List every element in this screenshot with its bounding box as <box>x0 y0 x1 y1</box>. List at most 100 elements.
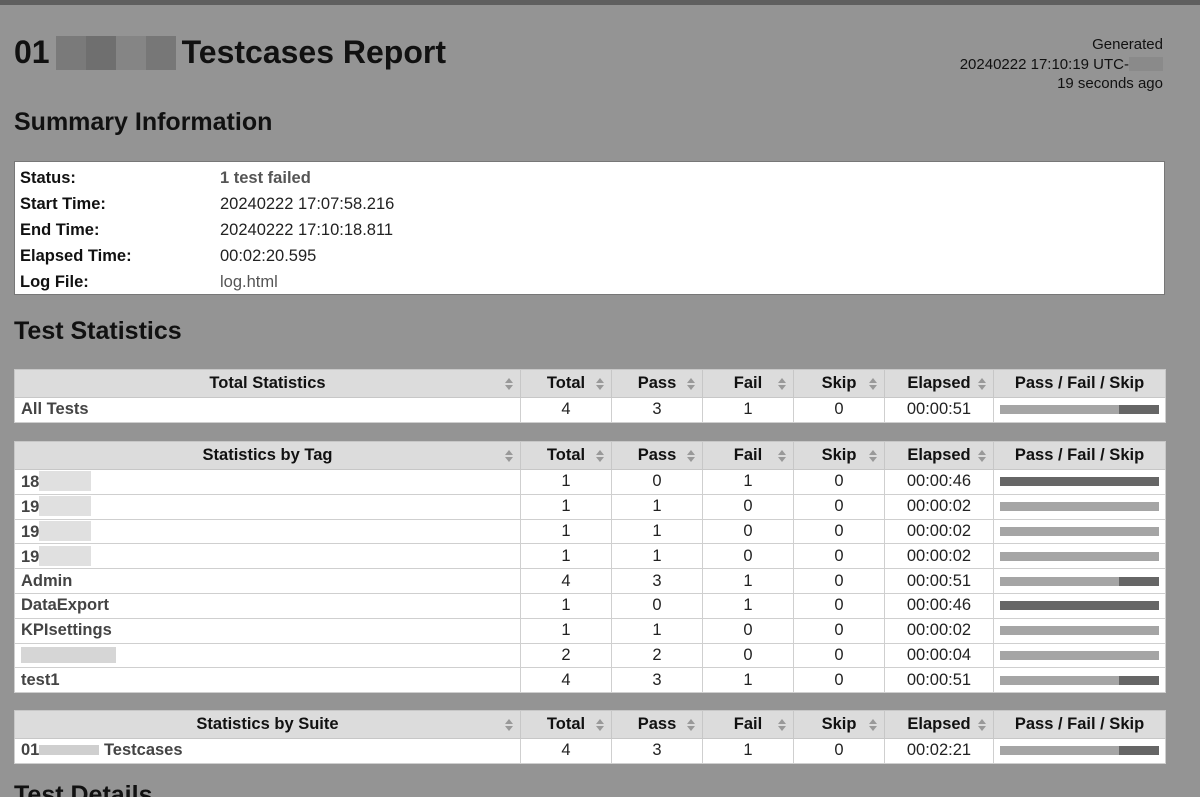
cell-fail: 1 <box>702 592 794 619</box>
row-name[interactable]: KPIsettings <box>14 617 521 644</box>
sort-icon <box>687 378 696 390</box>
redacted-block <box>1129 56 1163 71</box>
header-pass[interactable]: Pass <box>611 710 703 739</box>
pass-fail-bar <box>1000 626 1159 636</box>
sort-icon <box>778 450 787 462</box>
pass-fail-bar <box>1000 526 1159 536</box>
pass-segment <box>1000 502 1159 512</box>
row-name[interactable]: 19 <box>14 518 521 545</box>
cell-pass: 0 <box>611 469 703 495</box>
table-row[interactable]: 19 1 1 0 0 00:00:02 <box>14 518 1166 545</box>
row-name[interactable]: Admin <box>14 568 521 594</box>
summary-row-status: Status: 1 test failed <box>20 165 1159 191</box>
header-fail[interactable]: Fail <box>702 369 794 398</box>
cell-elapsed: 00:00:02 <box>884 518 994 545</box>
cell-total: 4 <box>520 397 612 423</box>
row-name[interactable]: All Tests <box>14 397 521 423</box>
title-prefix: 01 <box>14 34 50 70</box>
cell-pass: 1 <box>611 493 703 520</box>
header-elapsed[interactable]: Elapsed <box>884 369 994 398</box>
cell-fail: 0 <box>702 518 794 545</box>
header-total-statistics[interactable]: Total Statistics <box>14 369 521 398</box>
cell-fail: 1 <box>702 469 794 495</box>
cell-skip: 0 <box>793 738 885 764</box>
table-row[interactable]: 19 1 1 0 0 00:00:02 <box>14 543 1166 570</box>
cell-pass: 0 <box>611 592 703 619</box>
sort-icon <box>687 450 696 462</box>
table-row[interactable]: Admin 4 3 1 0 00:00:51 <box>14 568 1166 594</box>
redacted-block <box>21 646 116 663</box>
redacted-block <box>39 471 92 492</box>
header-total[interactable]: Total <box>520 369 612 398</box>
header-elapsed[interactable]: Elapsed <box>884 710 994 739</box>
header-pass[interactable]: Pass <box>611 441 703 470</box>
generated-time-line: 20240222 17:10:19 UTC- <box>960 55 1163 75</box>
row-name[interactable]: DataExport <box>14 592 521 619</box>
cell-skip: 0 <box>793 397 885 423</box>
header-pass[interactable]: Pass <box>611 369 703 398</box>
cell-pass: 3 <box>611 738 703 764</box>
row-name[interactable]: 18 <box>14 469 521 495</box>
header-statistics-by-tag[interactable]: Statistics by Tag <box>14 441 521 470</box>
pass-fail-bar <box>1000 405 1159 415</box>
pass-fail-bar <box>1000 576 1159 586</box>
cell-bar <box>993 642 1166 669</box>
header-total[interactable]: Total <box>520 710 612 739</box>
table-row[interactable]: All Tests 4 3 1 0 00:00:51 <box>14 397 1166 423</box>
cell-skip: 0 <box>793 568 885 594</box>
cell-pass: 3 <box>611 568 703 594</box>
row-name[interactable]: 19 <box>14 543 521 570</box>
cell-bar <box>993 397 1166 423</box>
cell-total: 4 <box>520 667 612 694</box>
cell-fail: 1 <box>702 568 794 594</box>
sort-icon <box>505 378 514 390</box>
generated-label: Generated <box>1092 36 1163 53</box>
cell-total: 1 <box>520 469 612 495</box>
redacted-block <box>55 35 176 70</box>
cell-fail: 0 <box>702 617 794 644</box>
table-row[interactable]: KPIsettings 1 1 0 0 00:00:02 <box>14 617 1166 644</box>
table-row[interactable]: test1 4 3 1 0 00:00:51 <box>14 667 1166 694</box>
sort-icon <box>778 378 787 390</box>
suite-statistics-table: Statistics by Suite Total Pass Fail Skip… <box>14 710 1166 764</box>
table-row[interactable]: 01 Testcases 4 3 1 0 00:02:21 <box>14 738 1166 764</box>
pass-segment <box>1000 576 1120 586</box>
header-fail[interactable]: Fail <box>702 710 794 739</box>
redacted-block <box>39 745 100 756</box>
row-name[interactable]: 01 Testcases <box>14 738 521 764</box>
cell-elapsed: 00:00:51 <box>884 667 994 694</box>
header-skip[interactable]: Skip <box>793 369 885 398</box>
header-skip[interactable]: Skip <box>793 441 885 470</box>
row-name[interactable]: 19 <box>14 493 521 520</box>
table-row[interactable]: 18 1 0 1 0 00:00:46 <box>14 469 1166 495</box>
cell-elapsed: 00:00:02 <box>884 493 994 520</box>
table-row[interactable]: DataExport 1 0 1 0 00:00:46 <box>14 592 1166 619</box>
cell-skip: 0 <box>793 543 885 570</box>
cell-skip: 0 <box>793 592 885 619</box>
sort-icon <box>505 719 514 731</box>
header-fail[interactable]: Fail <box>702 441 794 470</box>
tag-statistics-table: Statistics by Tag Total Pass Fail Skip E… <box>14 441 1166 694</box>
redacted-block <box>39 520 92 541</box>
cell-elapsed: 00:00:02 <box>884 543 994 570</box>
header-skip[interactable]: Skip <box>793 710 885 739</box>
cell-pass: 1 <box>611 543 703 570</box>
row-name[interactable]: test1 <box>14 667 521 694</box>
statistics-heading: Test Statistics <box>14 317 182 345</box>
cell-fail: 0 <box>702 543 794 570</box>
header-statistics-by-suite[interactable]: Statistics by Suite <box>14 710 521 739</box>
cell-pass: 1 <box>611 518 703 545</box>
cell-total: 1 <box>520 592 612 619</box>
summary-label: Log File: <box>20 272 89 291</box>
log-file-link[interactable]: log.html <box>220 273 278 292</box>
table-row[interactable]: 2 2 0 0 00:00:04 <box>14 642 1166 669</box>
header-elapsed[interactable]: Elapsed <box>884 441 994 470</box>
row-name[interactable] <box>14 642 521 669</box>
header-total[interactable]: Total <box>520 441 612 470</box>
test-details-heading: Test Details <box>14 781 153 797</box>
sort-icon <box>978 378 987 390</box>
cell-total: 1 <box>520 617 612 644</box>
table-row[interactable]: 19 1 1 0 0 00:00:02 <box>14 493 1166 520</box>
sort-icon <box>869 719 878 731</box>
cell-fail: 1 <box>702 738 794 764</box>
